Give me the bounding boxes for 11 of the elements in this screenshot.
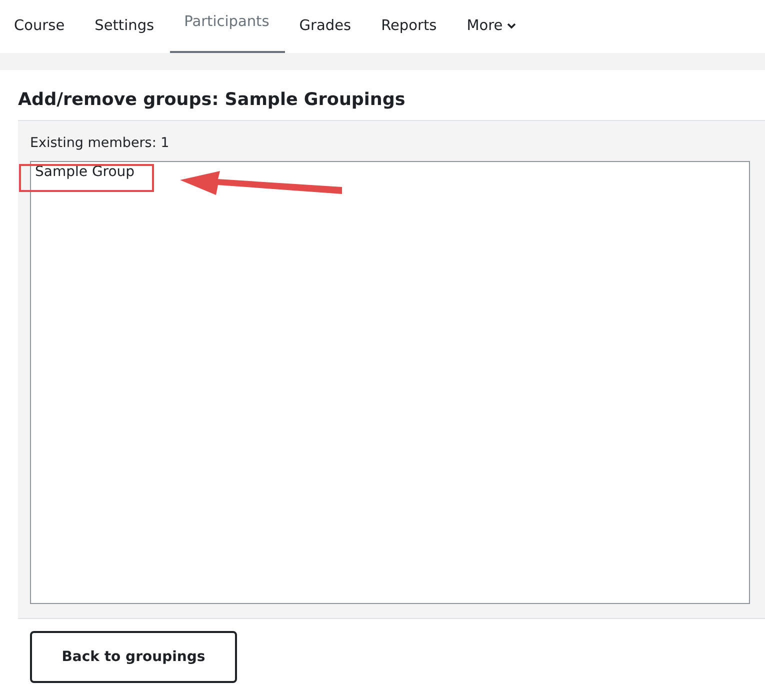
members-label: Existing members: 1 (30, 135, 170, 151)
back-button[interactable]: Back to groupings (30, 631, 237, 683)
nav-tab[interactable]: Reports (367, 0, 453, 53)
page-heading: Add/remove groups: Sample Groupings (18, 90, 406, 110)
nav-tab[interactable]: Settings (80, 0, 170, 53)
nav-tab[interactable]: Grades (285, 0, 368, 53)
nav-tab[interactable]: Course (0, 0, 81, 53)
listbox-option[interactable]: Sample Group (33, 164, 749, 180)
members-listbox[interactable]: Sample Group (30, 161, 750, 604)
chevron-down-icon (506, 22, 516, 28)
nav-tab[interactable]: More (452, 0, 532, 53)
